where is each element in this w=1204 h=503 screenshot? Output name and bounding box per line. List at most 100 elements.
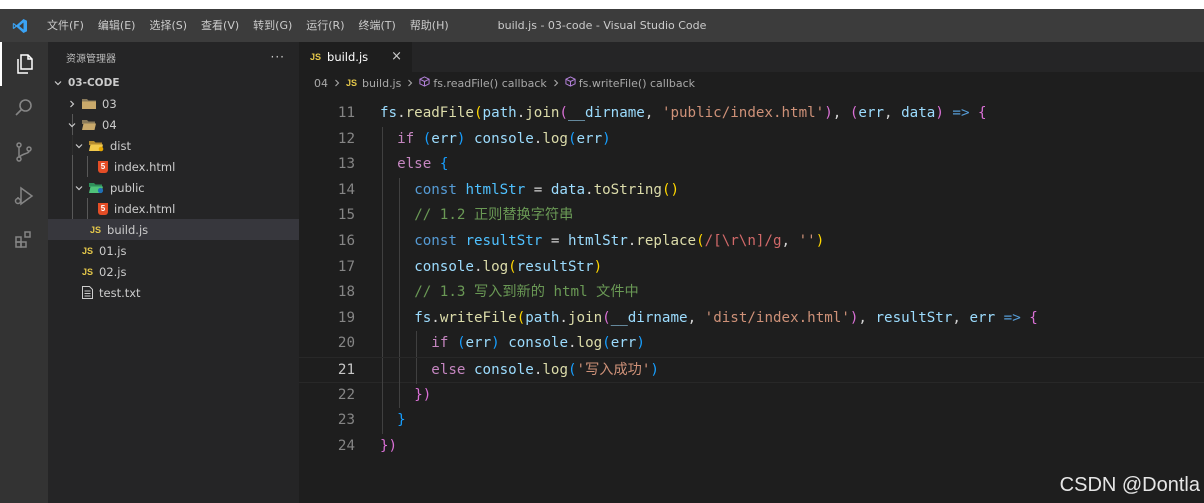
- tree-item-file-test-txt[interactable]: test.txt: [48, 282, 299, 303]
- code-token: (: [602, 335, 611, 352]
- menu-bar: 文件(F) 编辑(E) 选择(S) 查看(V) 转到(G) 运行(R) 终端(T) 帮助(H): [40, 9, 456, 42]
- tab-bar: JS build.js ×: [299, 42, 1204, 72]
- tab-build-js[interactable]: JS build.js ×: [299, 42, 412, 72]
- indent-guide: [382, 177, 383, 204]
- run-debug-icon[interactable]: [0, 174, 48, 218]
- code-token: (: [567, 362, 577, 378]
- code-line[interactable]: 16 const resultStr = htmlStr.replace(/[\r…: [299, 229, 1204, 255]
- menu-item[interactable]: 运行(R): [299, 9, 351, 42]
- menu-item[interactable]: 查看(V): [194, 9, 246, 42]
- code-line[interactable]: 11 fs.readFile(path.join(__dirname, 'publ…: [299, 101, 1204, 127]
- menu-item[interactable]: 帮助(H): [403, 9, 456, 42]
- symbol-method-icon: [565, 76, 576, 90]
- code-token: =: [525, 181, 551, 198]
- code-line[interactable]: 15 // 1.2 正则替换字符串: [299, 203, 1204, 229]
- tree-item-file-build-js[interactable]: JS build.js: [48, 219, 299, 240]
- indent-guide: [382, 305, 383, 332]
- explorer-files-icon[interactable]: [0, 42, 48, 86]
- tree-item-file-01-js[interactable]: JS 01.js: [48, 240, 299, 261]
- line-number: 23: [337, 412, 355, 429]
- code-line[interactable]: 22}): [299, 382, 1204, 409]
- tree-item-label: 01.js: [99, 243, 127, 258]
- source-control-icon[interactable]: [0, 130, 48, 174]
- close-icon[interactable]: ×: [391, 49, 402, 64]
- breadcrumb-item-file[interactable]: build.js: [362, 77, 401, 90]
- code-token: fs: [414, 309, 432, 326]
- code-token: log: [482, 258, 509, 275]
- menu-item[interactable]: 编辑(E): [91, 9, 143, 42]
- search-icon[interactable]: [0, 86, 48, 130]
- code-line[interactable]: 13 else {: [299, 152, 1204, 178]
- code-token: (: [602, 309, 611, 326]
- tree-item-label: index.html: [114, 201, 176, 216]
- code-token: (: [422, 130, 432, 147]
- code-token: ): [935, 105, 944, 121]
- code-token: ): [824, 105, 833, 121]
- tree-item-file-public-index-html[interactable]: 5 index.html: [48, 198, 299, 219]
- code-line[interactable]: 14 const htmlStr = data.toString(): [299, 177, 1204, 204]
- tree-item-folder-dist[interactable]: dist: [48, 135, 299, 156]
- code-line[interactable]: 18 // 1.3 写入到新的 html 文件中: [299, 280, 1204, 306]
- code-line[interactable]: 12 if (err) console.log(err): [299, 126, 1204, 153]
- code-token: readFile: [405, 105, 474, 121]
- text-file-icon: [82, 286, 93, 299]
- indent-guide: [382, 382, 383, 409]
- code-token: ,: [644, 105, 662, 121]
- code-token: fs: [380, 105, 398, 121]
- code-token: // 1.3 写入到新的 html 文件中: [414, 284, 639, 301]
- code-line[interactable]: 20 if (err) console.log(err): [299, 331, 1204, 357]
- code-token: resultStr: [465, 233, 543, 249]
- line-number: 24: [337, 437, 355, 454]
- chevron-right-icon: [552, 77, 560, 90]
- breadcrumb-item-folder[interactable]: 04: [314, 77, 328, 90]
- extensions-icon[interactable]: [0, 218, 48, 262]
- breadcrumb-item-symbol[interactable]: fs.writeFile() callback: [579, 77, 695, 90]
- code-line[interactable]: 17 console.log(resultStr): [299, 254, 1204, 281]
- code-token: {: [439, 156, 449, 173]
- code-token: (: [473, 105, 483, 121]
- menu-item[interactable]: 转到(G): [246, 9, 299, 42]
- indent-guide: [382, 254, 383, 281]
- code-token: if: [431, 335, 449, 352]
- tree-item-folder-03[interactable]: 03: [48, 93, 299, 114]
- vscode-logo-icon: [0, 9, 40, 42]
- code-token: join: [525, 105, 560, 121]
- indent-guide: [399, 331, 401, 357]
- code-token: data: [550, 181, 586, 198]
- code-token: .: [627, 233, 637, 249]
- code-token: resultStr: [875, 309, 953, 326]
- breadcrumb-item-symbol[interactable]: fs.readFile() callback: [433, 77, 546, 90]
- more-actions-icon[interactable]: ···: [271, 50, 285, 64]
- line-number: 17: [337, 258, 355, 275]
- tree-item-folder-04[interactable]: 04: [48, 114, 299, 135]
- tree-item-folder-public[interactable]: public: [48, 177, 299, 198]
- code-line[interactable]: 24}): [299, 434, 1204, 460]
- indent-guide: [399, 203, 401, 229]
- folder-open-icon: [82, 119, 96, 130]
- code-token: // 1.2 正则替换字符串: [414, 207, 574, 224]
- menu-item[interactable]: 终端(T): [352, 9, 403, 42]
- code-line[interactable]: 21 else console.log('写入成功'): [299, 357, 1204, 384]
- chevron-down-icon: [66, 119, 78, 131]
- code-token: }): [414, 386, 432, 403]
- menu-item[interactable]: 文件(F): [40, 9, 91, 42]
- code-editor[interactable]: 11 fs.readFile(path.join(__dirname, 'publ…: [299, 101, 1204, 503]
- code-token: ): [491, 335, 500, 352]
- menu-item[interactable]: 选择(S): [142, 9, 194, 42]
- folder-root[interactable]: 03-CODE: [48, 72, 299, 93]
- code-line[interactable]: 23}: [299, 408, 1204, 434]
- code-token: (: [559, 105, 568, 121]
- code-token: err: [969, 309, 996, 326]
- tree-item-label: index.html: [114, 159, 176, 174]
- indent-guide: [382, 229, 383, 255]
- tree-item-file-02-js[interactable]: JS 02.js: [48, 261, 299, 282]
- line-number: 21: [337, 362, 355, 378]
- code-token: .: [431, 309, 440, 326]
- line-number: 15: [337, 207, 355, 224]
- code-text: // 1.2 正则替换字符串: [414, 203, 573, 229]
- code-line[interactable]: 19 fs.writeFile(path.join(__dirname, 'dis…: [299, 305, 1204, 332]
- tree-item-file-dist-index-html[interactable]: 5 index.html: [48, 156, 299, 177]
- tree-item-label: build.js: [107, 222, 149, 237]
